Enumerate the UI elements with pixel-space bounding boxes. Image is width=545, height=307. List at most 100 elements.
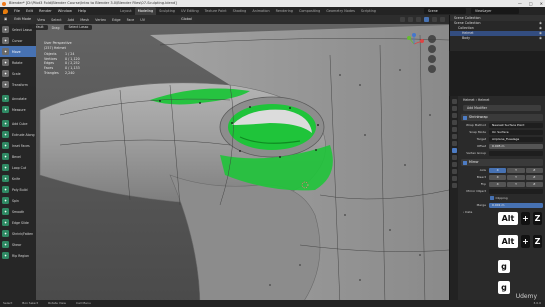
bisect-x-toggle[interactable]: X [489,174,507,180]
outliner-row[interactable]: Body ◉ [450,36,545,41]
data-tab-icon[interactable] [451,176,457,181]
tool-scale[interactable]: ✦ Scale [0,68,36,79]
3d-viewport[interactable]: ▣ Edit Mode View Select Add Mesh Vertex … [0,15,449,307]
editor-type-button[interactable]: ▣ [1,16,11,23]
tab-sculpting[interactable]: Sculpting [156,7,178,15]
material-tab-icon[interactable] [451,183,457,188]
tab-scripting[interactable]: Scripting [358,7,379,15]
ortho-grid-icon[interactable] [428,65,436,73]
menu-vertex[interactable]: Vertex [92,18,109,22]
world-tab-icon[interactable] [451,134,457,139]
clipping-checkbox[interactable]: Clipping [490,195,543,201]
tool-add-cube[interactable]: ✦ Add Cube [0,118,36,129]
menu-uv[interactable]: UV [137,18,148,22]
menu-help[interactable]: Help [75,9,89,13]
tool-knife[interactable]: ✦ Knife [0,173,36,184]
tool-shear[interactable]: ✦ Shear [0,239,36,250]
tab-animation[interactable]: Animation [249,7,272,15]
menu-edit[interactable]: Edit [23,9,36,13]
tool-rip-region[interactable]: ✦ Rip Region [0,250,36,261]
tab-texture-paint[interactable]: Texture Paint [202,7,230,15]
add-modifier-button[interactable]: Add Modifier [463,105,541,111]
material-shading-icon[interactable] [432,17,437,22]
shrinkwrap-modifier-header[interactable]: Shrinkwrap [461,114,543,121]
tool-inset[interactable]: ✦ Inset Faces [0,140,36,151]
constraints-tab-icon[interactable] [451,169,457,174]
tab-layout[interactable]: Layout [117,7,135,15]
tab-rendering[interactable]: Rendering [273,7,296,15]
tool-lasso[interactable]: ✦ Select Lasso [0,24,36,35]
menu-view[interactable]: View [34,18,48,22]
tool-spin[interactable]: ✦ Spin [0,195,36,206]
zoom-icon[interactable] [428,35,436,43]
tool-smooth[interactable]: ✦ Smooth [0,206,36,217]
tool-bevel[interactable]: ✦ Bevel [0,151,36,162]
solid-shading-icon[interactable] [424,17,429,22]
minimize-button[interactable]: — [518,0,522,7]
scene-selector[interactable]: Scene [424,8,466,14]
output-tab-icon[interactable] [451,113,457,118]
menu-file[interactable]: File [11,9,23,13]
menu-mesh[interactable]: Mesh [77,18,92,22]
offset-field[interactable]: 0.005 m [489,143,543,149]
target-field[interactable]: Airplane_Fuselage [489,136,543,142]
flip-z-toggle[interactable]: Z [525,181,543,187]
axis-x-toggle[interactable]: X [489,167,507,173]
tool-rotate[interactable]: ✦ Rotate [0,57,36,68]
rendered-shading-icon[interactable] [440,17,445,22]
menu-add[interactable]: Add [65,18,78,22]
tab-shading[interactable]: Shading [230,7,250,15]
tool-edge-slide[interactable]: ✦ Edge Slide [0,217,36,228]
xray-icon[interactable] [408,17,413,22]
pan-hand-icon[interactable] [428,45,436,53]
object-tab-icon[interactable] [451,141,457,146]
tool-transform[interactable]: ✦ Transform [0,79,36,90]
tool-poly-build[interactable]: ✦ Poly Build [0,184,36,195]
tool-tab-icon[interactable] [451,99,457,104]
tool-extrude[interactable]: ✦ Extrude Along [0,129,36,140]
navigation-gizmo[interactable] [402,32,426,56]
tool-cursor[interactable]: ✦ Cursor [0,35,36,46]
wrap-method-dropdown[interactable]: Nearest Surface Point [489,122,543,128]
bisect-y-toggle[interactable]: Y [507,174,525,180]
tool-move[interactable]: ✦ Move [0,46,36,57]
menu-face[interactable]: Face [124,18,138,22]
mirror-object-field[interactable] [489,188,543,194]
menu-window[interactable]: Window [55,9,75,13]
axis-y-toggle[interactable]: Y [507,167,525,173]
vertex-group-field[interactable] [489,150,543,156]
camera-icon[interactable] [428,55,436,63]
drag-tool-selector[interactable]: Select Lasso [64,25,93,30]
tool-shrink-fatten[interactable]: ✦ Shrink/Fatten [0,228,36,239]
modifier-wrench-icon[interactable] [451,148,457,153]
menu-select[interactable]: Select [48,18,64,22]
blender-logo-icon[interactable] [3,8,8,14]
tab-geometry-nodes[interactable]: Geometry Nodes [323,7,358,15]
close-button[interactable]: ✕ [540,0,543,7]
flip-x-toggle[interactable]: X [489,181,507,187]
menu-edge[interactable]: Edge [109,18,124,22]
overlay-icon[interactable] [400,17,405,22]
physics-tab-icon[interactable] [451,162,457,167]
scene-tab-icon[interactable] [451,127,457,132]
tool-measure[interactable]: ✦ Measure [0,104,36,115]
tab-compositing[interactable]: Compositing [296,7,323,15]
particles-tab-icon[interactable] [451,155,457,160]
bisect-z-toggle[interactable]: Z [525,174,543,180]
view-layer-tab-icon[interactable] [451,120,457,125]
axis-z-toggle[interactable]: Z [525,167,543,173]
menu-render[interactable]: Render [36,9,55,13]
transform-orientation-selector[interactable]: Global [178,16,195,23]
tab-modeling[interactable]: Modeling [134,7,157,15]
merge-distance-field[interactable]: 0.001 m [489,202,543,208]
tool-annotate[interactable]: ✦ Annotate [0,93,36,104]
mode-selector[interactable]: Edit Mode [11,16,35,23]
view-layer-selector[interactable]: ViewLayer [471,8,519,14]
tool-loop-cut[interactable]: ✦ Loop Cut [0,162,36,173]
tab-uv-editing[interactable]: UV Editing [178,7,202,15]
snap-mode-dropdown[interactable]: On Surface [489,129,543,135]
render-tab-icon[interactable] [451,106,457,111]
flip-y-toggle[interactable]: Y [507,181,525,187]
maximize-button[interactable]: □ [529,0,533,7]
wireframe-shading-icon[interactable] [416,17,421,22]
